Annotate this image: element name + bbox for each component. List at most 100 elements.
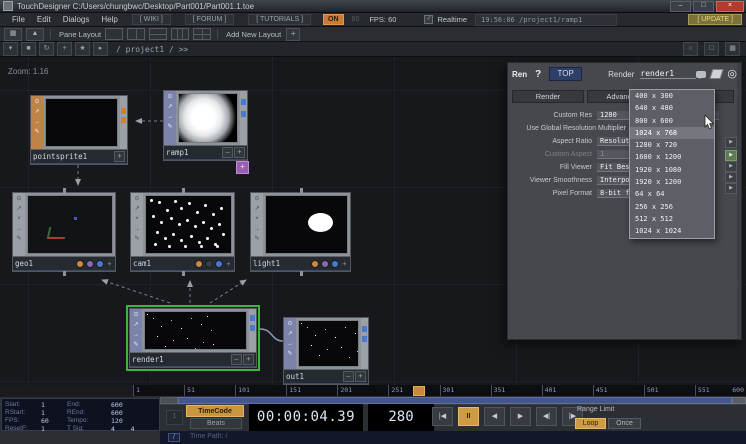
power-toggle[interactable]: ON	[323, 14, 344, 25]
maximize-button[interactable]: □	[693, 1, 714, 12]
timeline-scrollbar[interactable]	[160, 397, 746, 404]
history-dropdown-icon[interactable]: ▾	[3, 42, 18, 56]
frame-display[interactable]: 280	[368, 404, 434, 431]
viewer-flag-icon[interactable]: ↗	[16, 205, 21, 214]
collapse-node-icon[interactable]: –	[343, 371, 354, 382]
node-light1[interactable]: ⊙ ↗ × → ✎ light1 +	[250, 192, 351, 272]
layout-threeway-button[interactable]	[171, 28, 189, 40]
scrollbar-thumb[interactable]	[178, 397, 732, 404]
export-flag-icon[interactable]: →	[167, 113, 173, 122]
menu-dialogs[interactable]: Dialogs	[63, 15, 90, 24]
render-flag-dot[interactable]	[76, 260, 84, 268]
dropdown-item[interactable]: 1280 x 720	[630, 139, 714, 151]
timeline-units-button[interactable]: 1	[166, 410, 183, 425]
node-ramp1[interactable]: ⊙ ↗ → ✎ ramp1 – + +	[163, 90, 248, 161]
pointer-icon[interactable]: ▲	[26, 28, 44, 41]
node-name-bar[interactable]: render1 – +	[130, 352, 256, 367]
realtime-checkbox-icon[interactable]: ✓	[424, 15, 433, 24]
play-forward-button[interactable]: ▶	[510, 407, 531, 426]
more-flags-icon[interactable]: +	[225, 260, 232, 268]
viewer-flag-icon[interactable]: ↗	[133, 321, 138, 330]
eraser-icon[interactable]	[710, 69, 724, 79]
viewer-square-icon[interactable]: □	[704, 42, 719, 56]
display-flag-icon[interactable]: ⊙	[134, 195, 139, 204]
node-cam1[interactable]: ⊙ ↗ × → ✎ cam1 +	[130, 192, 235, 272]
more-flags-icon[interactable]: +	[106, 260, 113, 268]
dropdown-item[interactable]: 1024 x 1024	[630, 225, 714, 237]
ramp-keys-badge-icon[interactable]: +	[236, 161, 249, 174]
layout-vsplit-button[interactable]	[127, 28, 145, 40]
play-reverse-button[interactable]: ◀	[484, 407, 505, 426]
folder-icon[interactable]: ▸	[93, 42, 108, 56]
display-flag-icon[interactable]: ⊙	[287, 320, 292, 329]
parameter-panel[interactable]: Ren ? TOP Render render1 ◎ Render Advanc…	[507, 62, 742, 340]
beats-mode-button[interactable]: Beats	[190, 418, 242, 429]
combo-arrow-icon[interactable]: ▶	[725, 150, 737, 161]
node-name-bar[interactable]: pointsprite1 +	[31, 149, 127, 164]
dropdown-item[interactable]: 1024 x 768	[630, 127, 714, 139]
node-connector-column[interactable]	[240, 91, 247, 145]
fps-setting[interactable]: FPS: 60	[369, 15, 396, 24]
step-back-button[interactable]: ◀|	[536, 407, 557, 426]
setting-value[interactable]: 60	[41, 417, 67, 425]
pause-button[interactable]: II	[458, 407, 479, 426]
edit-flag-icon[interactable]: ✎	[133, 341, 138, 350]
export-flag-icon[interactable]: →	[34, 118, 40, 127]
dropdown-item[interactable]: 640 x 480	[630, 102, 714, 114]
language-target-icon[interactable]: ◎	[727, 69, 737, 80]
dropdown-item[interactable]: 1920 x 1200	[630, 176, 714, 188]
export-flag-icon[interactable]: →	[287, 340, 293, 349]
window-placement-icon[interactable]: ▦	[4, 28, 22, 41]
node-name-bar[interactable]: out1 – +	[284, 369, 368, 384]
combo-arrow-icon[interactable]: ▶	[725, 183, 737, 194]
setting-value[interactable]: 120	[111, 417, 156, 425]
time-path-root-button[interactable]: /	[168, 433, 180, 442]
playhead[interactable]	[413, 386, 425, 396]
dropdown-item[interactable]: 800 x 600	[630, 115, 714, 127]
timecode-mode-button[interactable]: TimeCode	[186, 405, 244, 417]
once-button[interactable]: Once	[608, 418, 641, 429]
op-family-button[interactable]: TOP	[549, 67, 582, 81]
node-pointsprite1[interactable]: ⊙ ↗ → ✎ pointsprite1 +	[30, 95, 128, 165]
bypass-flag-icon[interactable]: ×	[135, 215, 139, 224]
node-render1[interactable]: ⊙ ↗ → ✎ render1 – +	[129, 308, 257, 368]
display-flag-dot[interactable]	[96, 260, 104, 268]
node-geo1[interactable]: ⊙ ↗ × → ✎ geo1 +	[12, 192, 116, 272]
link-wiki[interactable]: [ WIKI ]	[132, 14, 171, 25]
layout-quad-button[interactable]	[193, 28, 211, 40]
render-flag-dot[interactable]	[311, 260, 319, 268]
display-flag-icon[interactable]: ⊙	[34, 98, 39, 107]
dropdown-item[interactable]: 256 x 256	[630, 201, 714, 213]
stop-icon[interactable]: ■	[21, 42, 36, 56]
add-layout-button[interactable]: +	[286, 28, 300, 41]
timeline-settings-panel[interactable]: Start:1End:600RStart:1REnd:600FPS:60Temp…	[1, 398, 160, 431]
collapse-node-icon[interactable]: –	[231, 354, 242, 365]
star-icon[interactable]: ★	[75, 42, 90, 56]
export-flag-icon[interactable]: →	[254, 225, 260, 234]
node-name-bar[interactable]: light1 +	[251, 256, 350, 271]
export-flag-icon[interactable]: →	[133, 331, 139, 340]
export-flag-icon[interactable]: →	[16, 225, 22, 234]
breadcrumb[interactable]: / project1 / >>	[116, 45, 188, 54]
viewer-flag-icon[interactable]: ↗	[167, 103, 172, 112]
resolution-dropdown[interactable]: 400 x 300640 x 480800 x 6001024 x 768128…	[629, 89, 715, 239]
viewer-flag-icon[interactable]: ↗	[134, 205, 139, 214]
node-connector-column[interactable]	[120, 96, 127, 149]
expand-node-icon[interactable]: +	[355, 371, 366, 382]
expand-node-icon[interactable]: +	[234, 147, 245, 158]
setting-value[interactable]: 600	[111, 409, 156, 417]
viewer-grid-icon[interactable]: ▦	[725, 42, 740, 56]
jump-start-button[interactable]: |◀	[432, 407, 453, 426]
edit-flag-icon[interactable]: ✎	[254, 235, 259, 244]
node-connector-column[interactable]	[361, 318, 368, 369]
op-name-field[interactable]: render1	[640, 69, 696, 79]
node-name-bar[interactable]: cam1 +	[131, 256, 234, 271]
dropdown-item[interactable]: 1920 x 1080	[630, 164, 714, 176]
setting-value[interactable]: 1	[41, 401, 67, 409]
layout-hsplit-button[interactable]	[149, 28, 167, 40]
viewer-flag-icon[interactable]: ↗	[254, 205, 259, 214]
collapse-node-icon[interactable]: –	[222, 147, 233, 158]
edit-flag-icon[interactable]: ✎	[34, 128, 39, 137]
update-button[interactable]: [ UPDATE ]	[688, 14, 742, 25]
dropdown-item[interactable]: 400 x 300	[630, 90, 714, 102]
